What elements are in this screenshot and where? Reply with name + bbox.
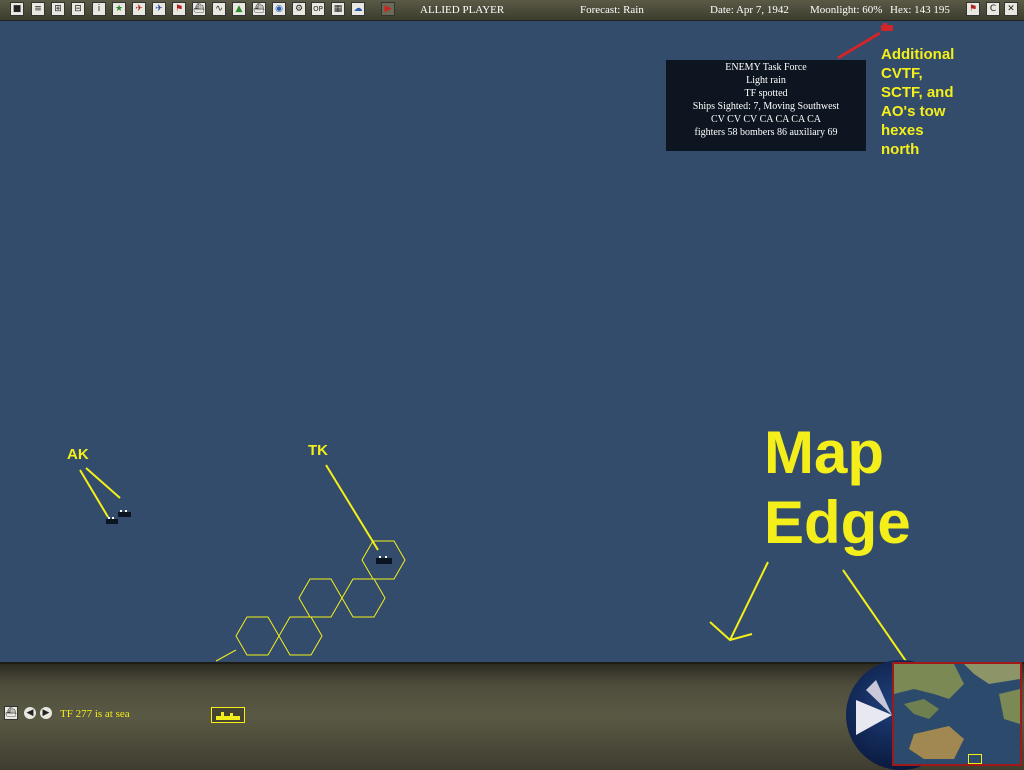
globe-icon[interactable]: ◉	[272, 2, 286, 16]
annotation-line: AO's tow	[881, 103, 946, 120]
popup-line: fighters 58 bombers 86 auxiliary 69	[694, 127, 838, 138]
settings-icon[interactable]: ⚙	[292, 2, 306, 16]
save-icon[interactable]: ■	[10, 2, 24, 16]
hex-label: Hex: 143 195	[890, 4, 950, 16]
flag-icon[interactable]: ⚑	[172, 2, 186, 16]
ak-annotation: AK	[67, 446, 89, 463]
ship-list-icon[interactable]: ⊟	[71, 2, 85, 16]
red-flag-icon[interactable]: ⚑	[966, 2, 980, 16]
popup-line: ENEMY Task Force	[725, 62, 807, 73]
enemy-task-force-popup: ENEMY Task Force Light rain TF spotted S…	[666, 60, 866, 151]
date-label: Date: Apr 7, 1942	[710, 4, 789, 16]
status-text: TF 277 is at sea	[60, 708, 130, 720]
weather-icon[interactable]: ☁	[351, 2, 365, 16]
op-button[interactable]: OP	[311, 2, 325, 16]
ship-silhouette-icon	[216, 712, 240, 720]
ship-icon[interactable]: ⛴	[192, 2, 206, 16]
bomber-icon[interactable]: ✈	[152, 2, 166, 16]
popup-line: Ships Sighted: 7, Moving Southwest	[692, 101, 840, 112]
additional-ships-annotation: Additional CVTF, SCTF, and AO's tow hexe…	[881, 45, 954, 159]
annotation-line: Map	[764, 419, 884, 486]
route-icon[interactable]: ∿	[212, 2, 226, 16]
map-edge-annotation: Map Edge	[764, 418, 911, 558]
minimap[interactable]	[892, 662, 1022, 766]
ocean-map[interactable]	[0, 21, 1024, 662]
annotation-line: hexes	[881, 122, 924, 139]
task-force-ship-icon[interactable]	[211, 707, 245, 723]
moonlight-label: Moonlight: 60%	[810, 4, 883, 16]
annotation-line: SCTF, and	[881, 84, 954, 101]
annotation-line: Additional	[881, 46, 955, 63]
top-toolbar: ■ ≡ ⊞ ⊟ i ★ ✈ ✈ ⚑ ⛴ ∿ ▲ ⛴ ◉ ⚙ OP ▦ ☁ ▶ A…	[0, 0, 1024, 21]
end-turn-icon[interactable]: ▶	[381, 2, 395, 16]
minimap-land-graphic	[894, 664, 1020, 759]
close-icon[interactable]: ✕	[1004, 2, 1018, 16]
base-list-icon[interactable]: ⊞	[51, 2, 65, 16]
popup-line: TF spotted	[744, 88, 788, 99]
fleet-icon[interactable]: ⛴	[252, 2, 266, 16]
info-icon[interactable]: i	[92, 2, 106, 16]
popup-line: Light rain	[746, 75, 786, 86]
grid-icon[interactable]: ▦	[331, 2, 345, 16]
popup-line: CV CV CV CA CA CA CA	[710, 114, 822, 125]
prev-arrow-icon[interactable]: ◀	[24, 707, 36, 719]
tk-annotation: TK	[308, 442, 328, 459]
annotation-line: CVTF,	[881, 65, 923, 82]
player-label: ALLIED PLAYER	[420, 4, 505, 16]
forecast-label: Forecast: Rain	[580, 4, 644, 16]
annotation-line: Edge	[764, 489, 911, 556]
chart-icon[interactable]: ▲	[232, 2, 246, 16]
next-arrow-icon[interactable]: ▶	[40, 707, 52, 719]
ship-info-icon[interactable]: ⛴	[4, 706, 18, 720]
minimap-viewport[interactable]	[968, 754, 982, 764]
aircraft-icon[interactable]: ✈	[132, 2, 146, 16]
star-icon[interactable]: ★	[112, 2, 126, 16]
c-button[interactable]: C	[986, 2, 1000, 16]
report-icon[interactable]: ≡	[31, 2, 45, 16]
annotation-line: north	[881, 141, 920, 158]
